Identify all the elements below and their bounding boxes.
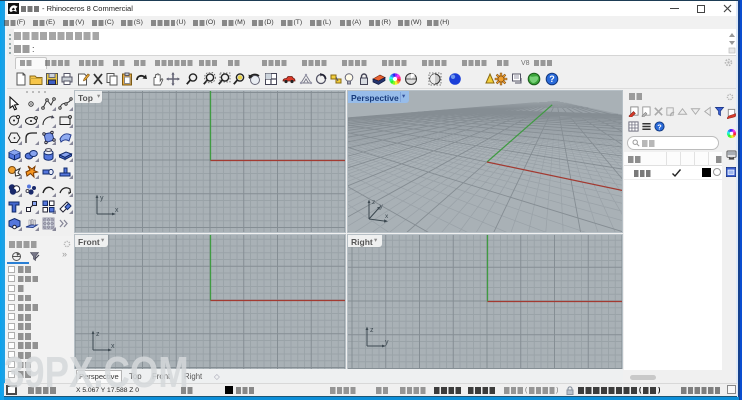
svg-text:y: y <box>380 203 384 210</box>
svg-text:z: z <box>370 327 374 334</box>
svg-text:?: ? <box>549 74 555 84</box>
svg-text:x: x <box>115 207 119 214</box>
svg-text:z: z <box>96 331 100 338</box>
svg-text:z: z <box>372 199 375 206</box>
svg-text:x: x <box>385 213 389 220</box>
svg-text:y: y <box>100 195 104 202</box>
svg-text:?: ? <box>657 122 662 131</box>
svg-text:y: y <box>385 339 389 346</box>
